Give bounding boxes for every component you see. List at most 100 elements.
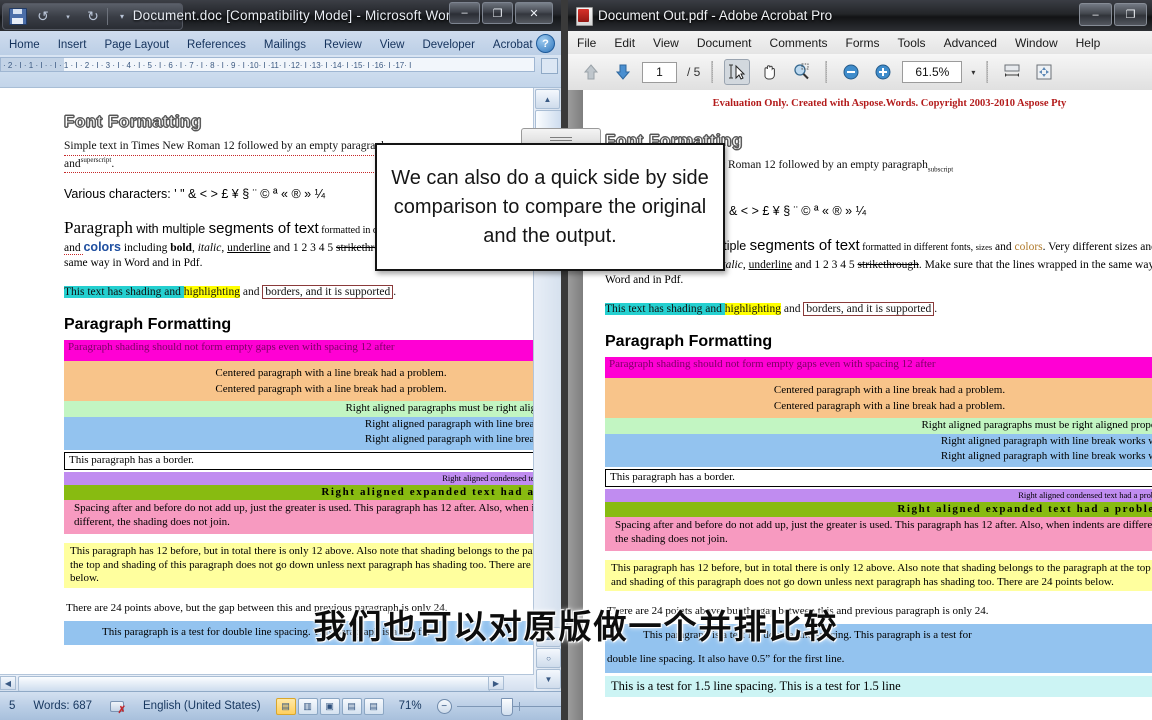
tab-acrobat[interactable]: Acrobat xyxy=(484,36,542,55)
zoom-knob[interactable] xyxy=(500,697,513,716)
hscroll-left-button[interactable]: ◀ xyxy=(0,676,16,690)
view-print-layout-button[interactable]: ▤ xyxy=(275,697,296,715)
pdf-pf-right-blue-2: Right aligned paragraph with line break … xyxy=(605,449,1152,468)
tab-developer[interactable]: Developer xyxy=(413,36,483,55)
ruler-scale[interactable]: · 2 · I · 1 · I · · I · 1 · I · 2 · I · … xyxy=(0,57,535,72)
pf-magenta-block: Paragraph shading should not form empty … xyxy=(64,340,534,362)
page-number-input[interactable]: 1 xyxy=(642,61,677,83)
mixed-colors-2: colors xyxy=(83,239,121,254)
menu-tools[interactable]: Tools xyxy=(889,34,935,52)
pdf-shading-and: and xyxy=(781,302,804,315)
menu-forms[interactable]: Forms xyxy=(837,34,889,52)
zoom-level-input[interactable]: 61.5% xyxy=(902,61,963,83)
screen: ↺ ▾ ↻ ▾ Document.doc [Compatibility Mode… xyxy=(0,0,1152,720)
shading-period: . xyxy=(393,285,397,298)
mixed-including: including xyxy=(121,241,171,254)
simple-text-main: Simple text in Times New Roman 12 follow… xyxy=(64,140,387,152)
word-ribbon-tabs: Home Insert Page Layout References Maili… xyxy=(0,31,561,56)
maximize-button[interactable]: ❐ xyxy=(482,2,513,24)
pf-right-green: Right aligned paragraphs must be right a… xyxy=(64,400,534,417)
tab-view[interactable]: View xyxy=(371,36,414,55)
hand-tool-icon[interactable] xyxy=(756,59,782,85)
select-text-icon[interactable] xyxy=(724,59,751,85)
help-icon[interactable]: ? xyxy=(536,34,555,53)
pdf-heading-paragraph-formatting: Paragraph Formatting xyxy=(605,333,773,351)
status-language[interactable]: English (United States) xyxy=(134,700,270,712)
mixed-word-paragraph: Paragraph xyxy=(64,217,133,237)
view-full-screen-reading-button[interactable]: ▥ xyxy=(297,697,318,715)
mixed-underline: underline xyxy=(227,241,271,254)
zoom-slider[interactable]: − + xyxy=(431,697,561,716)
minimize-button[interactable]: – xyxy=(449,2,480,24)
pdf-mixed-very: . Very different sizes and xyxy=(1042,240,1152,253)
acrobat-minimize-button[interactable]: – xyxy=(1079,3,1112,26)
scroll-up-button[interactable]: ▲ xyxy=(535,89,560,109)
status-proofing-icon[interactable] xyxy=(101,699,134,716)
bordered-text: borders, and it is supported xyxy=(262,284,394,299)
menu-advanced[interactable]: Advanced xyxy=(935,34,1006,52)
menu-edit[interactable]: Edit xyxy=(605,34,644,52)
tab-review[interactable]: Review xyxy=(315,36,371,55)
view-outline-button[interactable]: ▤ xyxy=(341,697,362,715)
zoom-out-button[interactable]: − xyxy=(436,698,452,714)
status-zoom-level[interactable]: 71% xyxy=(390,700,431,712)
tab-page-layout[interactable]: Page Layout xyxy=(95,36,178,55)
menu-document[interactable]: Document xyxy=(688,34,761,52)
ruler-tab-selector-icon[interactable] xyxy=(541,58,558,74)
toolbar-divider-3 xyxy=(986,61,989,83)
pdf-pf-bordered-paragraph: This paragraph has a border. xyxy=(605,469,1152,487)
subtitle-overlay: 我们也可以对原版做一个并排比较 xyxy=(313,607,839,646)
zoom-dropdown-icon[interactable]: ▾ xyxy=(968,68,975,77)
pdf-bordered-text: borders, and it is supported xyxy=(803,301,935,316)
hscroll-thumb[interactable] xyxy=(18,676,490,692)
zoom-track[interactable] xyxy=(456,697,561,716)
ruler-tick-labels: · 2 · I · 1 · I · · I · 1 · I · 2 · I · … xyxy=(3,61,412,70)
acrobat-window-title: Document Out.pdf - Adobe Acrobat Pro xyxy=(598,8,833,23)
pdf-mixed-strike: strikethrough xyxy=(857,258,919,271)
acrobat-maximize-button[interactable]: ❐ xyxy=(1114,3,1147,26)
tab-insert[interactable]: Insert xyxy=(49,36,96,55)
status-page-number[interactable]: 5 xyxy=(0,700,24,712)
marquee-zoom-icon[interactable] xyxy=(788,59,814,85)
doc-shading-paragraph: This text has shading and highlighting a… xyxy=(64,284,534,300)
and-text: and xyxy=(64,158,81,171)
word-horizontal-scrollbar[interactable]: ◀ ▶ xyxy=(0,674,534,692)
tab-mailings[interactable]: Mailings xyxy=(255,36,315,55)
mixed-italic: italic xyxy=(197,241,222,254)
view-web-layout-button[interactable]: ▣ xyxy=(319,697,340,715)
next-page-button[interactable]: ▼ xyxy=(536,669,561,689)
pdf-mixed-formatted: formatted in different fonts, xyxy=(859,241,976,253)
pdf-shading-paragraph: This text has shading and highlighting a… xyxy=(605,301,1152,317)
pdf-evaluation-banner: Evaluation Only. Created with Aspose.Wor… xyxy=(712,98,1067,109)
tab-home[interactable]: Home xyxy=(0,36,49,55)
status-word-count[interactable]: Words: 687 xyxy=(24,700,101,712)
next-page-icon[interactable] xyxy=(610,59,636,85)
fit-width-icon[interactable] xyxy=(999,59,1025,85)
menu-comments[interactable]: Comments xyxy=(761,34,837,52)
period: . xyxy=(111,158,115,171)
tab-references[interactable]: References xyxy=(178,36,255,55)
pdf-pf-centered-1: Centered paragraph with a line break had… xyxy=(605,378,1152,400)
select-browse-object-button[interactable]: ○ xyxy=(536,648,561,668)
menu-file[interactable]: File xyxy=(568,34,605,52)
pdf-pf-double-spacing-2: double line spacing. It also have 0.5” f… xyxy=(605,644,1152,673)
pf-pink-block: Spacing after and before do not add up, … xyxy=(64,500,534,534)
word-ruler[interactable]: · 2 · I · 1 · I · · I · 1 · I · 2 · I · … xyxy=(0,55,561,88)
pdf-pf-right-green: Right aligned paragraphs must be right a… xyxy=(605,417,1152,434)
pf-expanded-text: Right aligned expanded text had a proble… xyxy=(64,484,534,501)
zoom-out-icon[interactable] xyxy=(838,59,864,85)
acrobat-menu-bar: File Edit View Document Comments Forms T… xyxy=(568,31,1152,55)
view-mode-buttons: ▤ ▥ ▣ ▤ ▤ xyxy=(270,697,390,715)
previous-page-icon[interactable] xyxy=(578,59,604,85)
menu-window[interactable]: Window xyxy=(1006,34,1067,52)
pf-right-blue-2: Right aligned paragraph with line break … xyxy=(64,432,534,451)
zoom-in-icon[interactable] xyxy=(870,59,896,85)
mixed-segments: segments of text xyxy=(208,219,319,237)
fit-page-icon[interactable] xyxy=(1031,59,1057,85)
menu-help[interactable]: Help xyxy=(1067,34,1110,52)
menu-view[interactable]: View xyxy=(644,34,688,52)
hscroll-right-button[interactable]: ▶ xyxy=(488,676,504,690)
close-button[interactable]: ✕ xyxy=(515,2,553,24)
pdf-highlighted-text: highlighting xyxy=(724,302,782,315)
view-draft-button[interactable]: ▤ xyxy=(363,697,384,715)
